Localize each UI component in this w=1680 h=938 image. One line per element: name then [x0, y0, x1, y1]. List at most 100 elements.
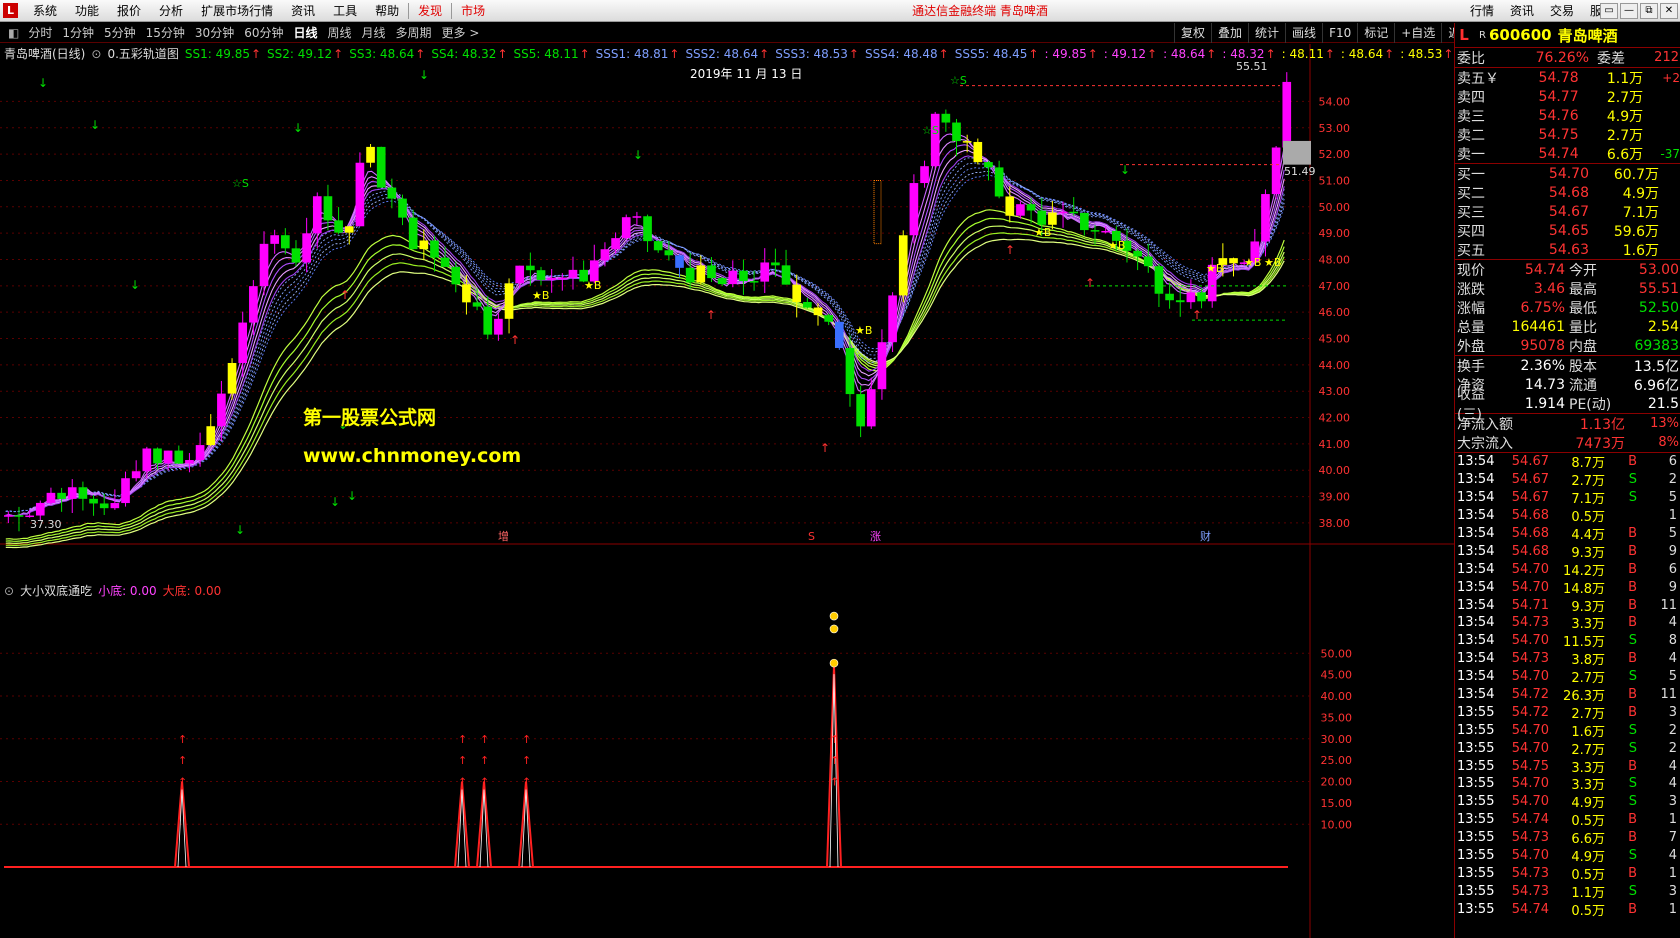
candle-body [280, 235, 290, 249]
candle-body [1037, 210, 1047, 225]
period-tab-2[interactable]: 5分钟 [99, 23, 141, 43]
ma-value-11: : 49.12 [1103, 47, 1146, 61]
stock-code[interactable]: 600600 [1489, 26, 1552, 44]
tool-button-4[interactable]: F10 [1322, 23, 1357, 43]
tool-button-5[interactable]: 标记 [1357, 23, 1394, 43]
ma-value-15: : 48.64 [1340, 47, 1384, 61]
up-arrow-icon: ↑ [178, 776, 187, 789]
window-menu-icon[interactable]: ▭ [1600, 3, 1618, 19]
tool-button-2[interactable]: 统计 [1248, 23, 1285, 43]
menu-item-3[interactable]: 分析 [150, 0, 192, 22]
tick-price: 54.70 [1511, 579, 1549, 595]
event-marker[interactable]: 涨 [870, 530, 881, 543]
menu-item-0[interactable]: 系统 [24, 0, 66, 22]
menu-right-item-0[interactable]: 行情 [1462, 0, 1502, 22]
tool-button-1[interactable]: 叠加 [1211, 23, 1248, 43]
period-tab-5[interactable]: 60分钟 [239, 23, 288, 43]
tick-volume: 0.5万 [1571, 867, 1605, 883]
sell-price[interactable]: 54.74 [1514, 146, 1579, 162]
sell-label: 卖五￥ [1457, 70, 1499, 87]
sell-volume: 2.7万 [1606, 89, 1644, 106]
menu-item-6[interactable]: 工具 [324, 0, 366, 22]
sell-price[interactable]: 54.76 [1514, 108, 1579, 124]
period-tab-1[interactable]: 1分钟 [57, 23, 99, 43]
spike-inner [457, 789, 467, 868]
menu-right-item-1[interactable]: 资讯 [1502, 0, 1542, 22]
period-tab-8[interactable]: 月线 [357, 23, 391, 43]
candle-body [483, 306, 493, 335]
stat-value: 1.914 [1524, 395, 1565, 412]
period-tab-10[interactable]: 更多 > [437, 23, 485, 43]
tick-volume: 3.3万 [1571, 778, 1605, 794]
menu-item-4[interactable]: 扩展市场行情 [192, 0, 282, 22]
candle-body [1133, 250, 1142, 257]
up-arrow-icon: ↑ [480, 733, 489, 746]
indicator-name[interactable]: 0.五彩轨道图 [107, 46, 178, 62]
tdx-terminal: L 系统 功能 报价 分析 扩展市场行情 资讯 工具 帮助 发现 市场 通达信金融终端 青岛啤酒 … [0, 0, 1680, 938]
restore-icon[interactable]: ⧉ [1640, 3, 1658, 19]
collapse-icon[interactable]: ⊙ [4, 583, 14, 599]
tick-row: 13:54 54.70 2.7万 S 5 [1455, 668, 1680, 686]
sub-axis-tick: 20.00 [1321, 776, 1353, 789]
sub-indicator-name[interactable]: 大小双底通吃 [20, 583, 92, 599]
candle-body [962, 141, 972, 143]
stock-name[interactable]: 青岛啤酒 [1558, 25, 1618, 46]
stat-row-4: 外盘 95078 内盘 69383 [1455, 336, 1680, 355]
big-bottom-ball-icon [829, 658, 839, 668]
menu-red-item-0[interactable]: 发现 [409, 0, 451, 22]
indicator-chart[interactable]: 50.00 45.00 40.00 35.00 30.00 25.00 20.00 15.00… [0, 582, 1454, 938]
buy-price[interactable]: 54.68 [1519, 185, 1589, 201]
stat-value: 3.46 [1533, 280, 1565, 297]
menu-item-5[interactable]: 资讯 [282, 0, 324, 22]
candle-body [78, 487, 88, 499]
period-tab-0[interactable]: 分时 [23, 23, 57, 43]
buy-price[interactable]: 54.63 [1519, 242, 1589, 258]
event-marker[interactable]: 增 [498, 529, 509, 543]
stat-value: 2.36% [1520, 357, 1565, 374]
sell-price[interactable]: 54.78 [1514, 70, 1579, 86]
tick-row: 13:54 54.72 26.3万 B 11 [1455, 686, 1680, 704]
ma-value-6: SSS2: 48.64 [685, 47, 759, 61]
menu-item-7[interactable]: 帮助 [366, 0, 408, 22]
event-marker[interactable]: S [808, 530, 815, 543]
candle-body [813, 307, 823, 316]
stock-period-label[interactable]: 青岛啤酒(日线) [4, 46, 85, 62]
tool-button-3[interactable]: 画线 [1285, 23, 1322, 43]
event-marker[interactable]: 财 [1200, 529, 1211, 543]
period-tab-4[interactable]: 30分钟 [190, 23, 239, 43]
up-arrow-icon: ↑ [522, 754, 531, 767]
minimize-icon[interactable]: — [1620, 3, 1638, 19]
period-tab-3[interactable]: 15分钟 [141, 23, 190, 43]
sell-price[interactable]: 54.77 [1514, 89, 1579, 105]
buy-price[interactable]: 54.70 [1519, 166, 1589, 182]
candle-body [291, 248, 301, 263]
period-tab-6[interactable]: 日线 [288, 23, 322, 43]
menu-item-2[interactable]: 报价 [108, 0, 150, 22]
down-arrow-icon: ↓ [419, 68, 429, 82]
tick-side: B [1628, 687, 1637, 703]
weicha-label: 委差 [1597, 50, 1625, 67]
buy-price[interactable]: 54.65 [1519, 223, 1589, 239]
tick-row: 13:54 54.67 2.7万 S 2 [1455, 471, 1680, 489]
candle-body [643, 216, 652, 242]
tool-button-0[interactable]: 复权 [1174, 23, 1211, 43]
big-bottom-ball-icon [829, 624, 839, 634]
period-tab-7[interactable]: 周线 [323, 23, 357, 43]
trend-arrow-icon: ↑ [579, 47, 590, 61]
menu-red-item-1[interactable]: 市场 [452, 0, 494, 22]
menu-right-item-2[interactable]: 交易 [1542, 0, 1582, 22]
settings-icon[interactable]: ⊙ [91, 46, 101, 62]
buy-price[interactable]: 54.67 [1519, 204, 1589, 220]
candlestick-chart[interactable]: 54.00 53.00 52.00 51.00 50.00 49.00 48.00 47.00… [0, 44, 1454, 582]
period-tab-9[interactable]: 多周期 [391, 23, 437, 43]
toggle-icon[interactable]: ◧ [4, 26, 23, 40]
tick-volume: 6.6万 [1571, 832, 1605, 848]
tool-button-6[interactable]: +自选 [1394, 23, 1441, 43]
menu-item-1[interactable]: 功能 [66, 0, 108, 22]
candle-body [366, 146, 375, 163]
sell-price[interactable]: 54.75 [1514, 127, 1579, 143]
up-arrow-icon: ↑ [178, 754, 187, 767]
close-icon[interactable]: ✕ [1660, 3, 1678, 19]
tick-side: B [1628, 812, 1637, 828]
price-tick: 50.00 [1319, 201, 1351, 214]
